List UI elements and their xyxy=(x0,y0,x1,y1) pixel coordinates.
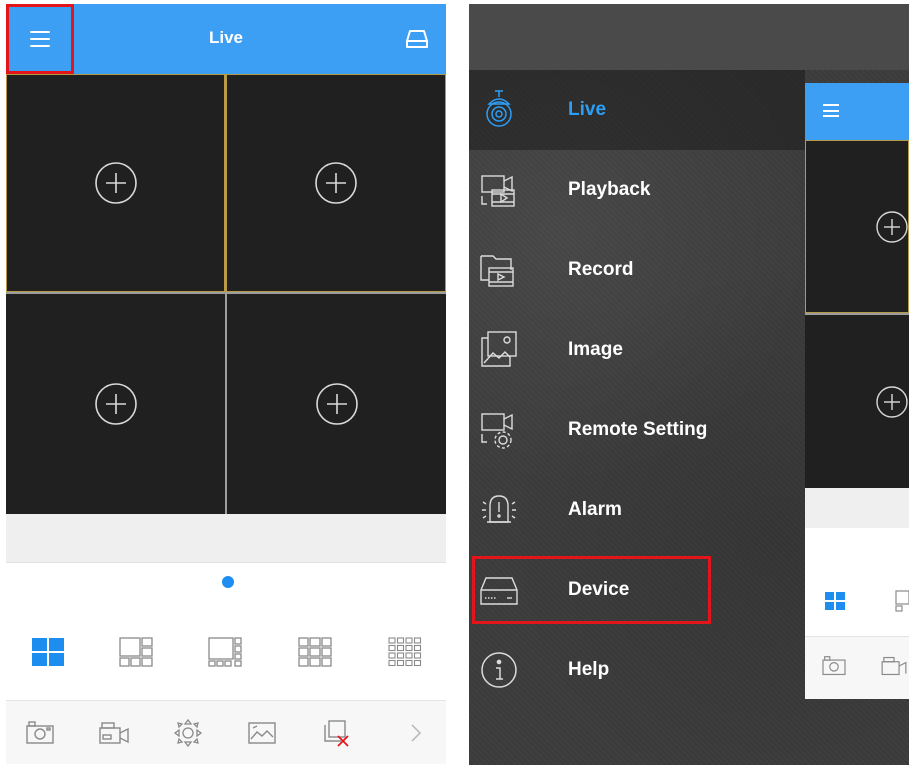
navigation-drawer-screen: Live Playback Record Image Remote Settin… xyxy=(469,4,909,765)
peek-top-bar xyxy=(805,83,909,140)
layout-8-split-button[interactable] xyxy=(205,632,245,672)
add-channel-icon[interactable] xyxy=(314,161,358,205)
live-video-grid xyxy=(6,74,446,514)
drawer-item-playback[interactable]: Playback xyxy=(469,150,805,230)
image-icon xyxy=(248,722,276,744)
status-area xyxy=(469,4,909,70)
drawer-item-label: Live xyxy=(568,99,607,120)
image-gallery-icon xyxy=(481,331,517,367)
layout-4-split-button[interactable] xyxy=(28,632,68,672)
top-app-bar: Live xyxy=(6,4,446,74)
help-info-icon xyxy=(481,652,517,688)
video-cell[interactable] xyxy=(6,74,225,292)
video-cell[interactable] xyxy=(227,294,446,514)
record-button[interactable] xyxy=(96,715,132,751)
layout-9-split-icon xyxy=(298,637,332,667)
record-video-icon xyxy=(881,656,907,676)
drawer-item-remote-setting[interactable]: Remote Setting xyxy=(469,390,805,470)
layout-9-split-button[interactable] xyxy=(295,632,335,672)
dvr-device-icon[interactable] xyxy=(404,26,430,52)
close-channel-icon xyxy=(324,720,349,747)
image-button[interactable] xyxy=(244,715,280,751)
snapshot-camera-icon xyxy=(26,721,54,744)
layout-16-split-button[interactable] xyxy=(385,632,425,672)
record-video-icon xyxy=(99,722,129,744)
drawer-item-alarm[interactable]: Alarm xyxy=(469,470,805,550)
drawer-item-live[interactable]: Live xyxy=(469,70,805,150)
hamburger-menu-icon xyxy=(823,104,839,117)
page-title: Live xyxy=(208,28,244,47)
video-cell[interactable] xyxy=(6,294,225,514)
drawer-item-label: Playback xyxy=(568,179,651,200)
navigation-drawer: Live Playback Record Image Remote Settin… xyxy=(469,70,805,765)
layout-6-split-button[interactable] xyxy=(116,632,156,672)
layout-6-split-icon xyxy=(119,637,153,667)
live-view-peek xyxy=(805,83,909,699)
layout-16-split-icon xyxy=(388,637,422,667)
layout-8-split-icon xyxy=(208,637,242,667)
record-folder-icon xyxy=(480,255,514,287)
ptz-control-icon xyxy=(173,718,203,748)
close-channel-button[interactable] xyxy=(319,715,355,751)
ptz-button[interactable] xyxy=(170,715,206,751)
drawer-item-label: Record xyxy=(568,259,634,280)
device-highlight-box xyxy=(472,556,711,624)
layout-4-split-icon xyxy=(825,592,845,610)
add-channel-icon xyxy=(876,211,908,243)
bottom-toolbar xyxy=(6,701,446,764)
layout-4-split-icon xyxy=(32,638,64,666)
video-cell[interactable] xyxy=(226,74,446,292)
drawer-item-label: Remote Setting xyxy=(568,419,708,440)
drawer-item-label: Alarm xyxy=(568,499,622,520)
remote-setting-icon xyxy=(481,413,513,449)
add-channel-icon[interactable] xyxy=(315,382,359,426)
playback-icon xyxy=(481,175,515,207)
drawer-item-image[interactable]: Image xyxy=(469,310,805,390)
menu-button[interactable] xyxy=(6,4,74,74)
drawer-item-label: Help xyxy=(568,659,610,680)
drawer-item-help[interactable]: Help xyxy=(469,630,805,710)
peek-bottom-toolbar xyxy=(805,637,909,699)
next-tools-button[interactable] xyxy=(398,715,434,751)
add-channel-icon[interactable] xyxy=(94,382,138,426)
layout-6-split-icon xyxy=(895,590,909,612)
snapshot-button[interactable] xyxy=(22,715,58,751)
live-camera-icon xyxy=(486,90,512,127)
layout-selector xyxy=(6,632,446,676)
drawer-item-label: Image xyxy=(568,339,623,360)
drawer-item-record[interactable]: Record xyxy=(469,230,805,310)
chevron-right-icon xyxy=(411,724,422,742)
live-view-screen: Live xyxy=(6,4,446,764)
alarm-icon xyxy=(482,495,516,523)
snapshot-camera-icon xyxy=(822,656,846,676)
channel-info-strip xyxy=(6,514,446,563)
add-channel-icon xyxy=(876,386,908,418)
peek-video-grid xyxy=(805,140,909,488)
page-indicator-dot xyxy=(222,576,234,588)
channel-info-strip xyxy=(805,488,909,528)
hamburger-menu-icon xyxy=(30,31,50,47)
add-channel-icon[interactable] xyxy=(94,161,138,205)
